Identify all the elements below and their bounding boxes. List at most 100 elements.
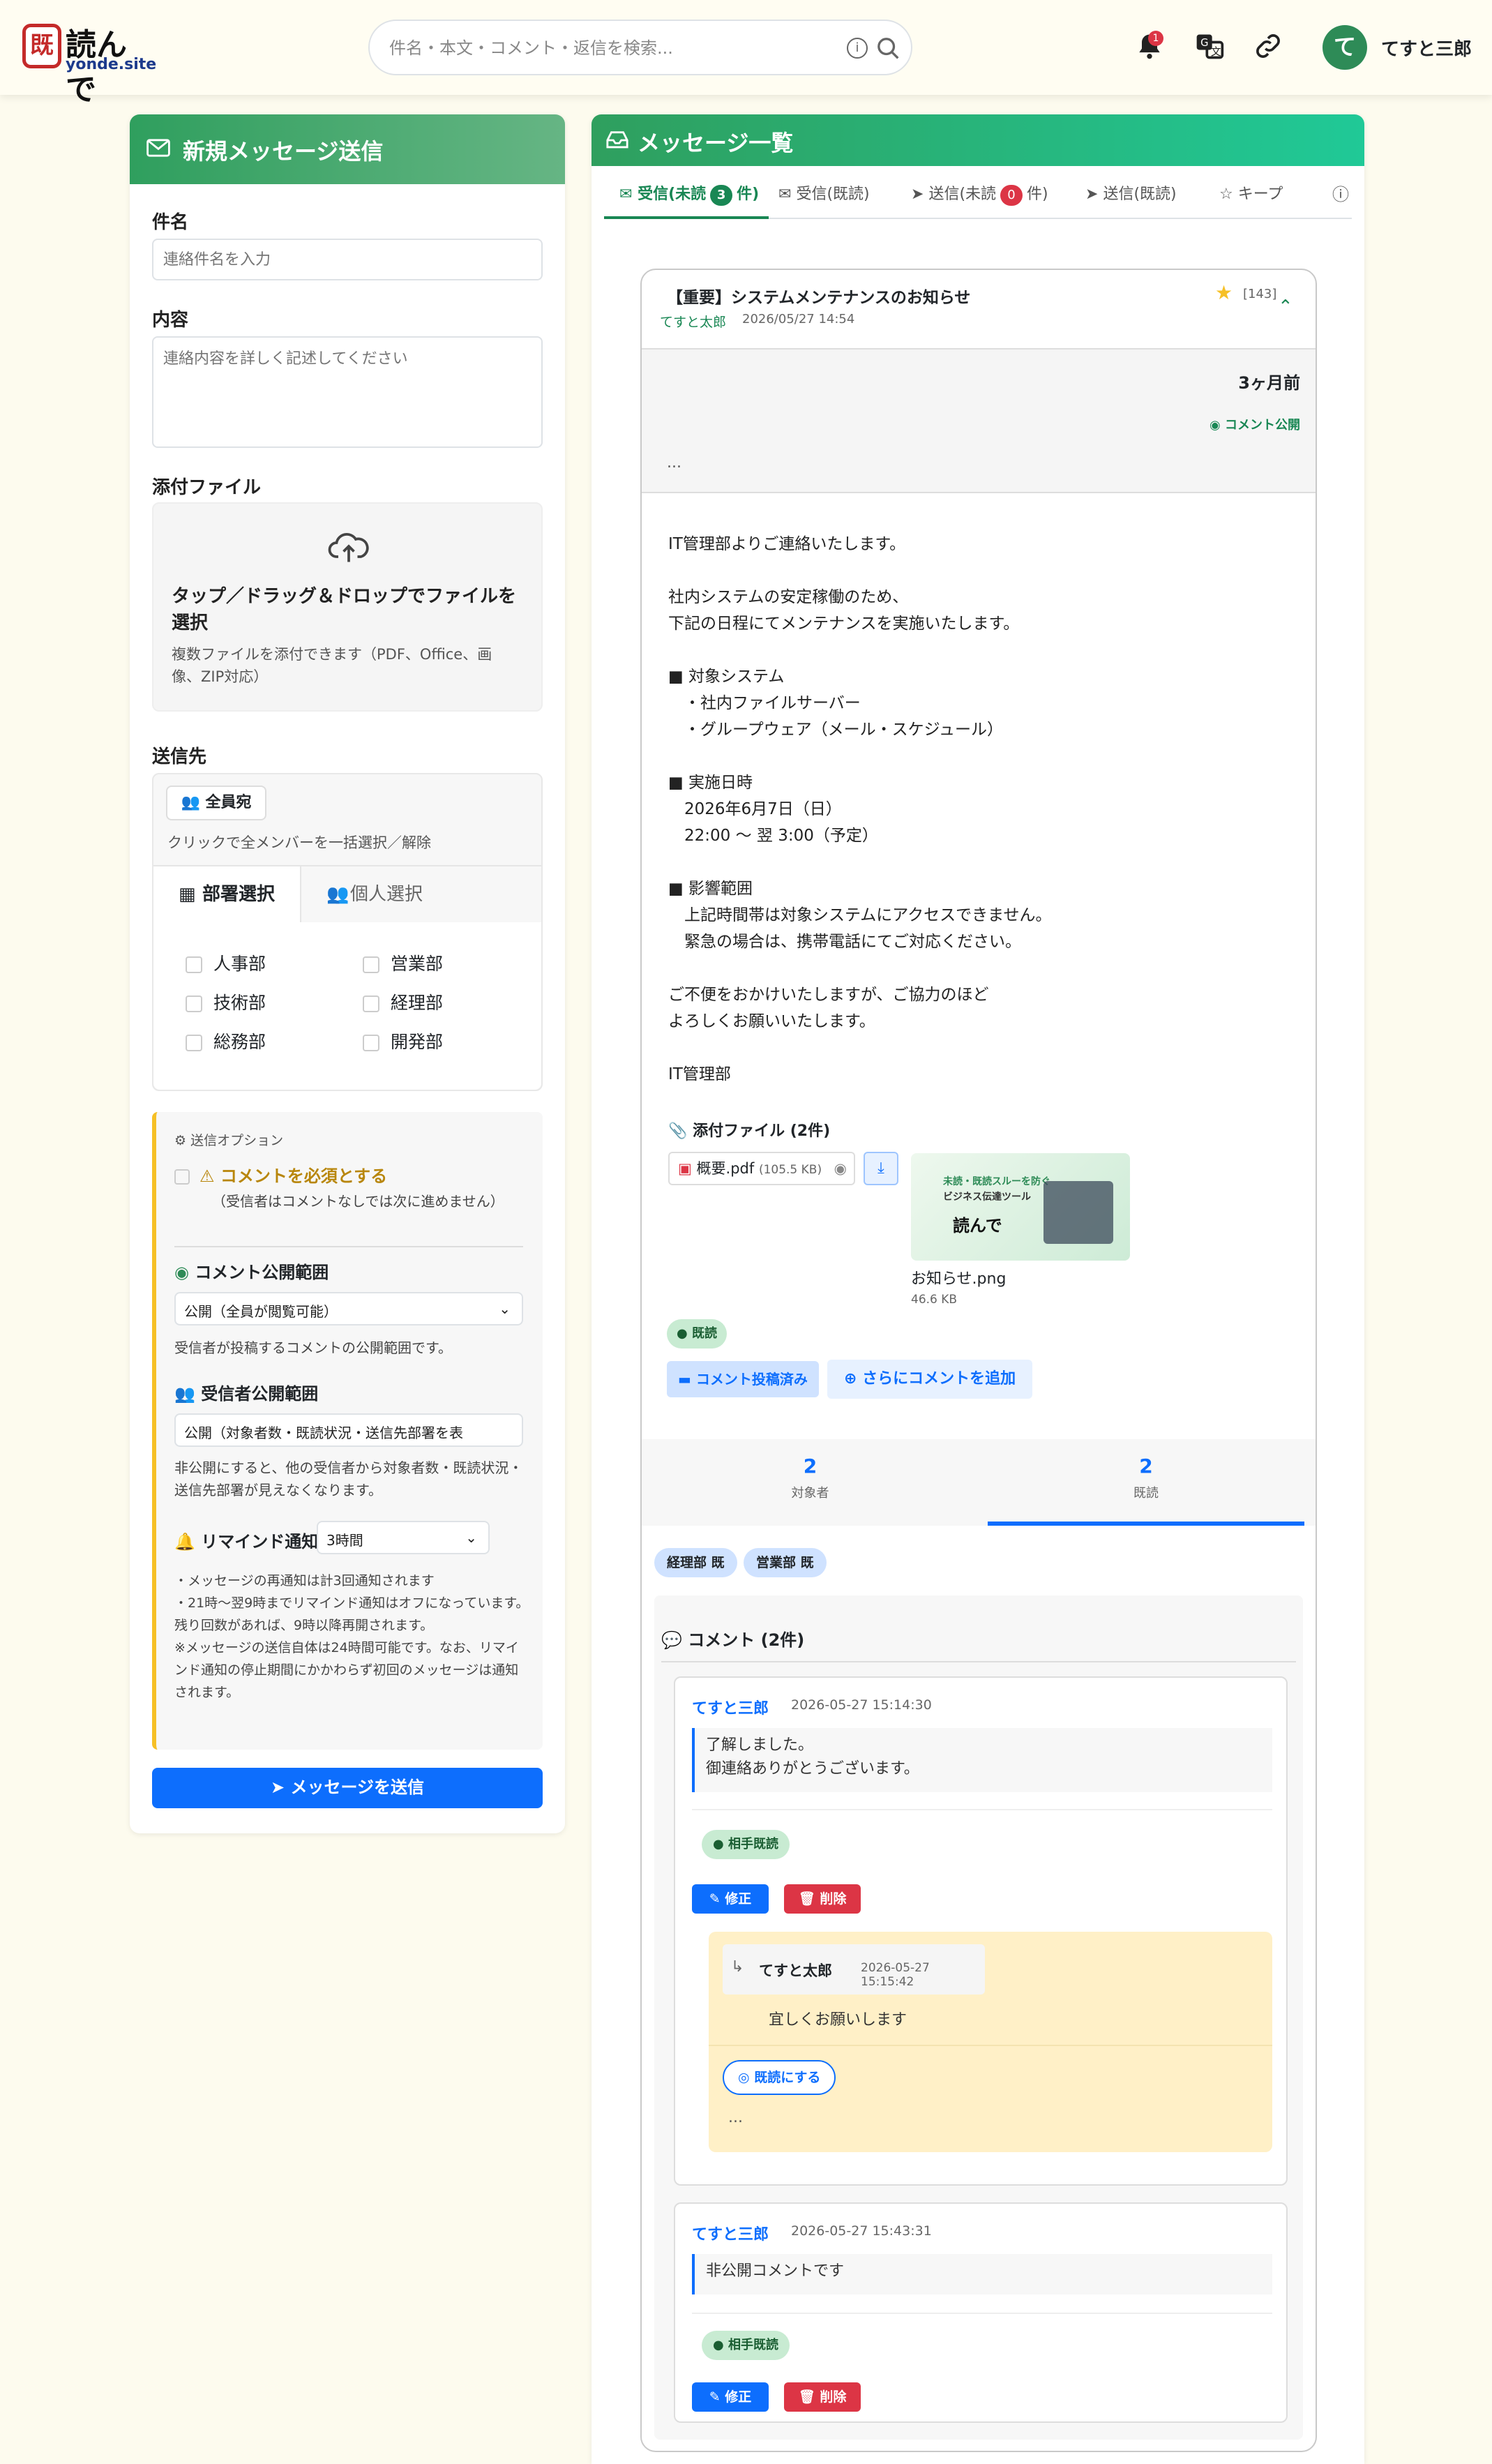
tab-read-inbox[interactable]: ✉ 受信(既読) (778, 170, 870, 219)
avatar[interactable]: て (1323, 25, 1367, 70)
partner-read-badge: ● 相手既読 (702, 1830, 790, 1859)
file-dropzone[interactable]: タップ／ドラッグ＆ドロップでファイルを選択 複数ファイルを添付できます（PDF、… (152, 502, 543, 712)
recipient-scope-row: 👥 受信者公開範囲 (174, 1380, 318, 1404)
stat-label: 既読 (1133, 1486, 1159, 1501)
dept-checkbox[interactable]: 営業部 (363, 950, 443, 975)
options-title-row: ⚙ 送信オプション (174, 1130, 283, 1149)
image-size: 46.6 KB (911, 1293, 958, 1307)
stat-targets[interactable]: 2 対象者 (642, 1439, 979, 1526)
translate-icon[interactable]: G文 (1194, 31, 1225, 61)
tab-individual-label: 個人選択 (350, 884, 423, 905)
recipient-scope-note: 非公開にすると、他の受信者から対象者数・既読状況・送信先部署が見えなくなります。 (174, 1459, 523, 1498)
attachments-title: 添付ファイル (2件) (693, 1122, 831, 1140)
compose-title: 新規メッセージ送信 (183, 138, 384, 165)
chevron-up-icon[interactable]: ⌃ (1278, 296, 1293, 317)
recipients-label: 送信先 (152, 746, 207, 767)
comments-title: コメント (2件) (688, 1630, 805, 1650)
thumb-illustration (1043, 1181, 1113, 1244)
dept-checkbox[interactable]: 開発部 (363, 1028, 443, 1053)
dept-tag: 経理部 既 (654, 1548, 737, 1577)
dropzone-subtitle: 複数ファイルを添付できます（PDF、Office、画像、ZIP対応） (172, 646, 492, 685)
eye-icon: ◉ (174, 1263, 189, 1282)
thumb-logo: 読んで (953, 1216, 1002, 1235)
comment-scope-select[interactable]: 公開（全員が閲覧可能） ⌄ (174, 1292, 523, 1325)
tab-department[interactable]: ▦ 部署選択 (153, 866, 301, 924)
dept-checkbox[interactable]: 総務部 (186, 1028, 266, 1053)
user-name[interactable]: てすと三郎 (1381, 35, 1472, 61)
message-age: 3ヶ月前 (1238, 373, 1300, 393)
edit-label: 修正 (725, 1891, 752, 1907)
comment-scope-note: 受信者が投稿するコメントの公開範囲です。 (174, 1339, 452, 1356)
read-badge-label: 既読 (691, 1326, 717, 1341)
reply-box: ↳ てすと太郎 2026-05-27 15:15:42 宜しくお願いします ◎ … (709, 1932, 1272, 2152)
dept-label: 営業部 (391, 954, 444, 974)
reply-text: 宜しくお願いします (769, 2011, 907, 2029)
tab-keep[interactable]: ☆ キープ (1219, 170, 1283, 219)
message-header[interactable]: 【重要】システムメンテナンスのお知らせ てすと太郎 2026/05/27 14:… (642, 270, 1316, 348)
dept-checkbox[interactable]: 人事部 (186, 950, 266, 975)
warning-icon: ⚠ (199, 1166, 215, 1186)
all-recipients-button[interactable]: 👥 全員宛 (166, 786, 266, 820)
delete-button[interactable]: 🗑 削除 (784, 2382, 861, 2412)
edit-button[interactable]: ✎ 修正 (692, 2382, 769, 2412)
envelope-icon: ✉ (619, 186, 633, 203)
send-button[interactable]: ➤ メッセージを送信 (152, 1768, 543, 1808)
search-input[interactable] (389, 33, 836, 63)
remind-notes: ・メッセージの再通知は計3回通知されます ・21時〜翌9時までリマインド通知はオ… (174, 1570, 530, 1704)
stat-read[interactable]: 2 既読 (988, 1439, 1304, 1526)
link-icon[interactable] (1253, 31, 1283, 61)
tab-label: 件) (737, 186, 760, 203)
trash-icon: 🗑 (798, 2389, 815, 2405)
delete-button[interactable]: 🗑 削除 (784, 1884, 861, 1914)
envelope-icon (146, 139, 170, 157)
require-comment-checkbox[interactable] (174, 1169, 190, 1185)
reply-time: 2026-05-27 15:15:42 (861, 1961, 930, 1989)
department-list: 人事部 営業部 技術部 経理部 総務部 開発部 (153, 922, 541, 1090)
content-textarea[interactable] (152, 336, 543, 448)
recipient-scope-select[interactable]: 公開（対象者数・既読状況・送信先部署を表 (174, 1413, 523, 1447)
pdf-size: (105.5 KB) (758, 1163, 822, 1177)
paperclip-icon: 📎 (668, 1122, 688, 1140)
add-comment-button[interactable]: ⊕ さらにコメントを追加 (827, 1360, 1033, 1399)
mark-read-button[interactable]: ◎ 既読にする (723, 2060, 836, 2095)
send-options: ⚙ 送信オプション ⚠ コメントを必須とする （受信者はコメントなしでは次に進め… (152, 1112, 543, 1750)
app-logo[interactable]: 既 読んで yonde.site (22, 20, 156, 107)
tab-unread-sent[interactable]: ➤ 送信(未読 0 件) (911, 170, 1048, 219)
tab-unread-inbox[interactable]: ✉ 受信(未読 3 件) (604, 170, 769, 219)
send-icon: ➤ (271, 1778, 285, 1797)
commented-button[interactable]: ▬ コメント投稿済み (667, 1361, 819, 1397)
remind-note: ・21時〜翌9時までリマインド通知はオフになっています。残り回数があれば、9時以… (174, 1595, 529, 1633)
dept-label: 経理部 (391, 993, 444, 1013)
dept-tag: 営業部 既 (744, 1548, 827, 1577)
stat-label: 対象者 (791, 1486, 829, 1501)
edit-button[interactable]: ✎ 修正 (692, 1884, 769, 1914)
require-comment-row[interactable]: ⚠ コメントを必須とする (174, 1162, 387, 1187)
count-badge: 3 (710, 185, 733, 206)
tab-individual[interactable]: 👥 個人選択 (301, 866, 441, 924)
eye-icon: ◉ (1210, 418, 1221, 433)
search-icon[interactable] (875, 35, 903, 63)
add-comment-label: さらにコメントを追加 (862, 1370, 1016, 1388)
divider (692, 2313, 1272, 2314)
comment-time: 2026-05-27 15:14:30 (791, 1697, 932, 1713)
dept-checkbox[interactable]: 経理部 (363, 989, 443, 1014)
thumb-text: 未読・既読スルーを防ぐ (943, 1176, 1050, 1187)
download-icon[interactable]: ⤓ (864, 1152, 898, 1185)
eye-icon[interactable]: ◉ (834, 1153, 847, 1184)
dept-checkbox[interactable]: 技術部 (186, 989, 266, 1014)
pencil-icon: ✎ (709, 2389, 721, 2405)
subject-input[interactable] (152, 239, 543, 280)
message-body: IT管理部よりご連絡いたします。 社内システムの安定稼働のため、 下記の日程にて… (668, 535, 1052, 1083)
tab-label: 受信(既読) (796, 186, 870, 203)
stat-number: 2 (803, 1455, 817, 1478)
svg-text:G: G (1200, 37, 1208, 49)
star-icon[interactable]: ★ (1215, 281, 1233, 304)
pdf-attachment[interactable]: ▣ 概要.pdf (105.5 KB) ◉ (668, 1152, 855, 1185)
image-thumbnail[interactable]: 未読・既読スルーを防ぐ ビジネス伝達ツール 読んで (911, 1153, 1130, 1261)
message-subject: 【重要】システムメンテナンスのお知らせ (667, 289, 971, 307)
info-icon[interactable]: i (847, 38, 868, 59)
remind-select[interactable]: 3時間 ⌄ (317, 1521, 490, 1554)
chat-icon: 💬 (661, 1630, 682, 1650)
tab-read-sent[interactable]: ➤ 送信(既読) (1085, 170, 1177, 219)
info-icon[interactable]: ⓘ (1332, 170, 1349, 219)
